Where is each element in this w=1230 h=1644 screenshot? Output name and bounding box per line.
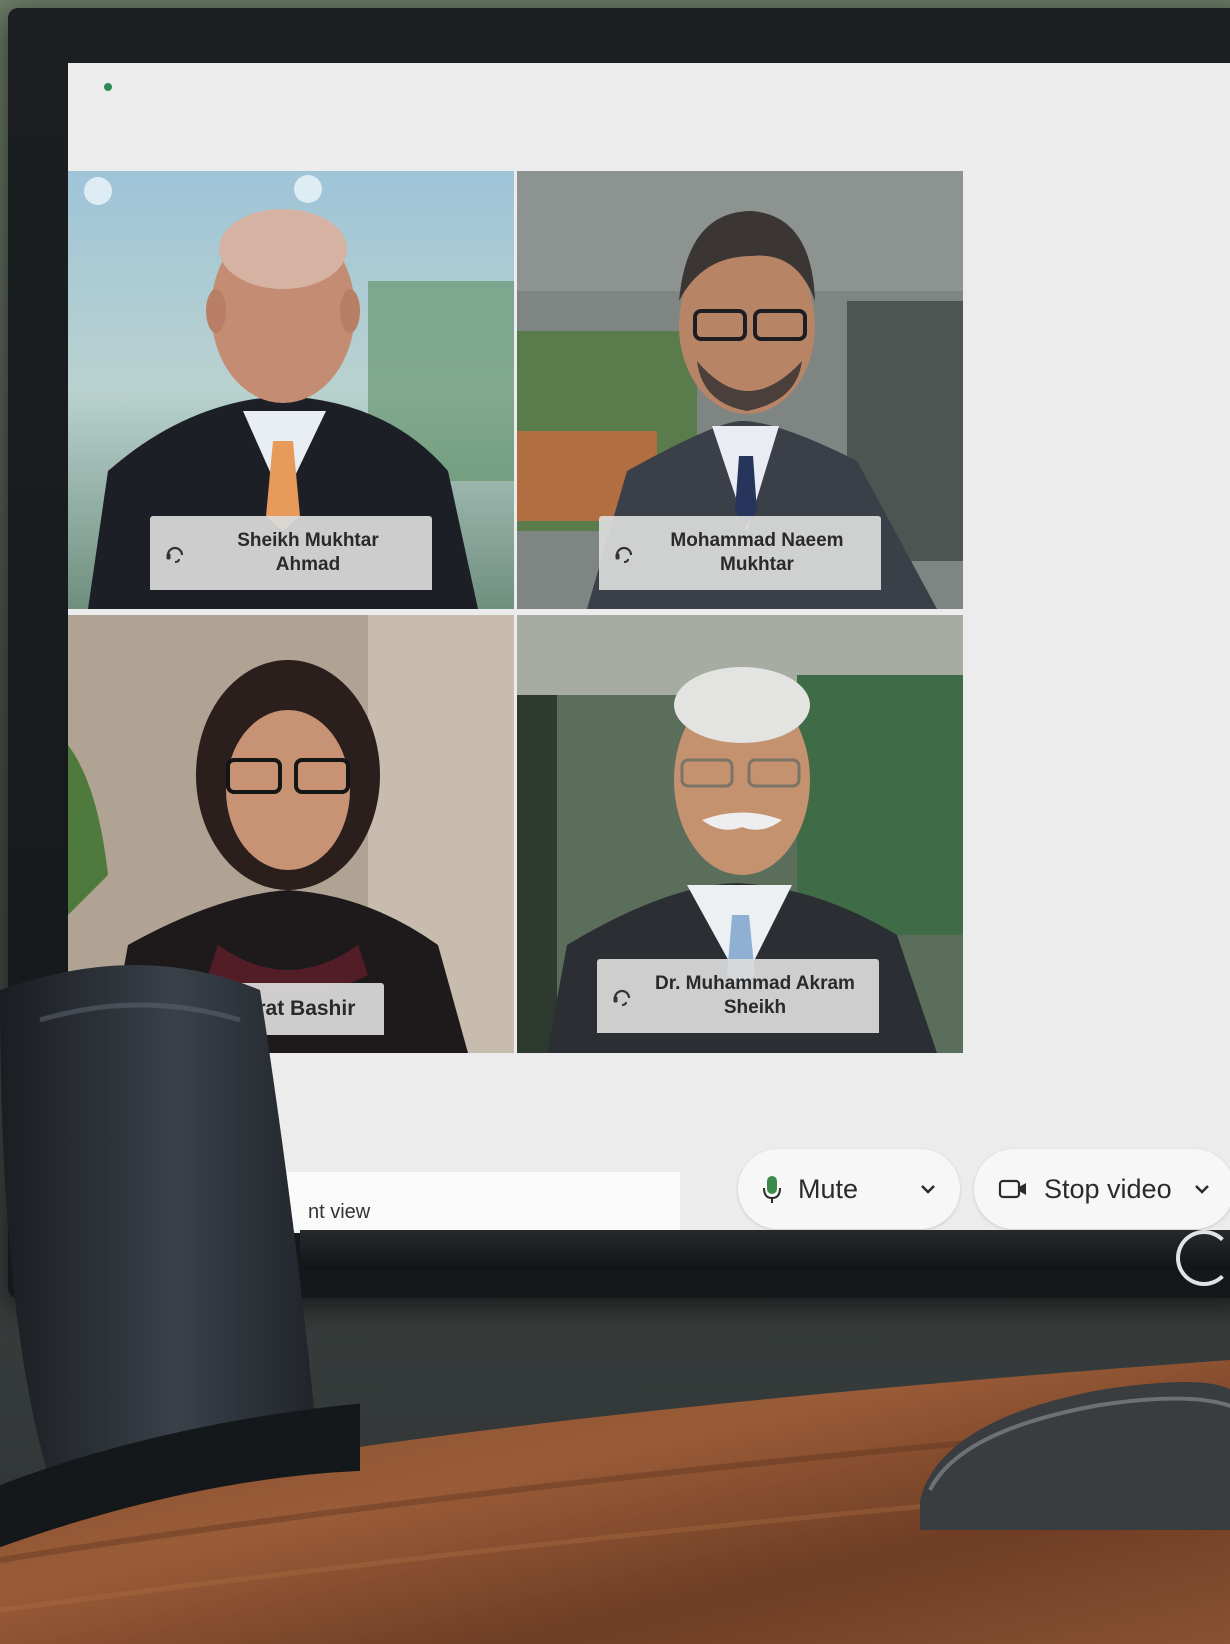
participant-name-label: Sheikh Mukhtar Ahmad xyxy=(150,516,432,590)
participant-tile[interactable]: Sheikh Mukhtar Ahmad xyxy=(68,171,514,609)
participant-name-label: Dr. Muhammad Akram Sheikh xyxy=(597,959,879,1033)
participant-grid: Sheikh Mukhtar Ahmad Mohammad Naeem Mukh… xyxy=(68,171,1014,1053)
chevron-down-icon[interactable] xyxy=(920,1184,936,1194)
microphone-icon xyxy=(762,1174,782,1204)
stop-video-button[interactable]: Stop video xyxy=(974,1149,1230,1229)
monitor-bezel-bottom xyxy=(300,1230,1230,1270)
headset-icon xyxy=(615,546,633,563)
video-camera-icon xyxy=(998,1178,1028,1200)
participant-name-line: Dr. Muhammad Akram xyxy=(655,973,855,994)
participant-name-line: Sheikh Mukhtar xyxy=(237,530,379,551)
headset-icon xyxy=(613,989,631,1006)
conference-speakerphone xyxy=(920,1382,1230,1530)
participant-name-line: Mukhtar xyxy=(720,554,794,575)
power-indicator xyxy=(1176,1230,1230,1286)
mute-button[interactable]: Mute xyxy=(738,1149,960,1229)
stop-video-label: Stop video xyxy=(1044,1173,1172,1204)
participant-name-line: Mohammad Naeem xyxy=(670,530,844,551)
mute-label: Mute xyxy=(798,1173,859,1204)
participant-tile[interactable]: Dr. Muhammad Akram Sheikh xyxy=(517,615,963,1053)
headset-icon xyxy=(166,546,184,563)
chevron-down-icon[interactable] xyxy=(1194,1184,1210,1194)
conference-room-scene: Sheikh Mukhtar Ahmad Mohammad Naeem Mukh… xyxy=(0,0,1230,1644)
participant-name-line: Ahmad xyxy=(275,554,341,575)
participant-name-line: Sheikh xyxy=(723,997,787,1018)
connection-status-dot xyxy=(104,83,112,91)
participant-tile[interactable]: Mohammad Naeem Mukhtar xyxy=(517,171,963,609)
office-chair xyxy=(0,965,360,1548)
participant-name-label: Mohammad Naeem Mukhtar xyxy=(599,516,881,590)
